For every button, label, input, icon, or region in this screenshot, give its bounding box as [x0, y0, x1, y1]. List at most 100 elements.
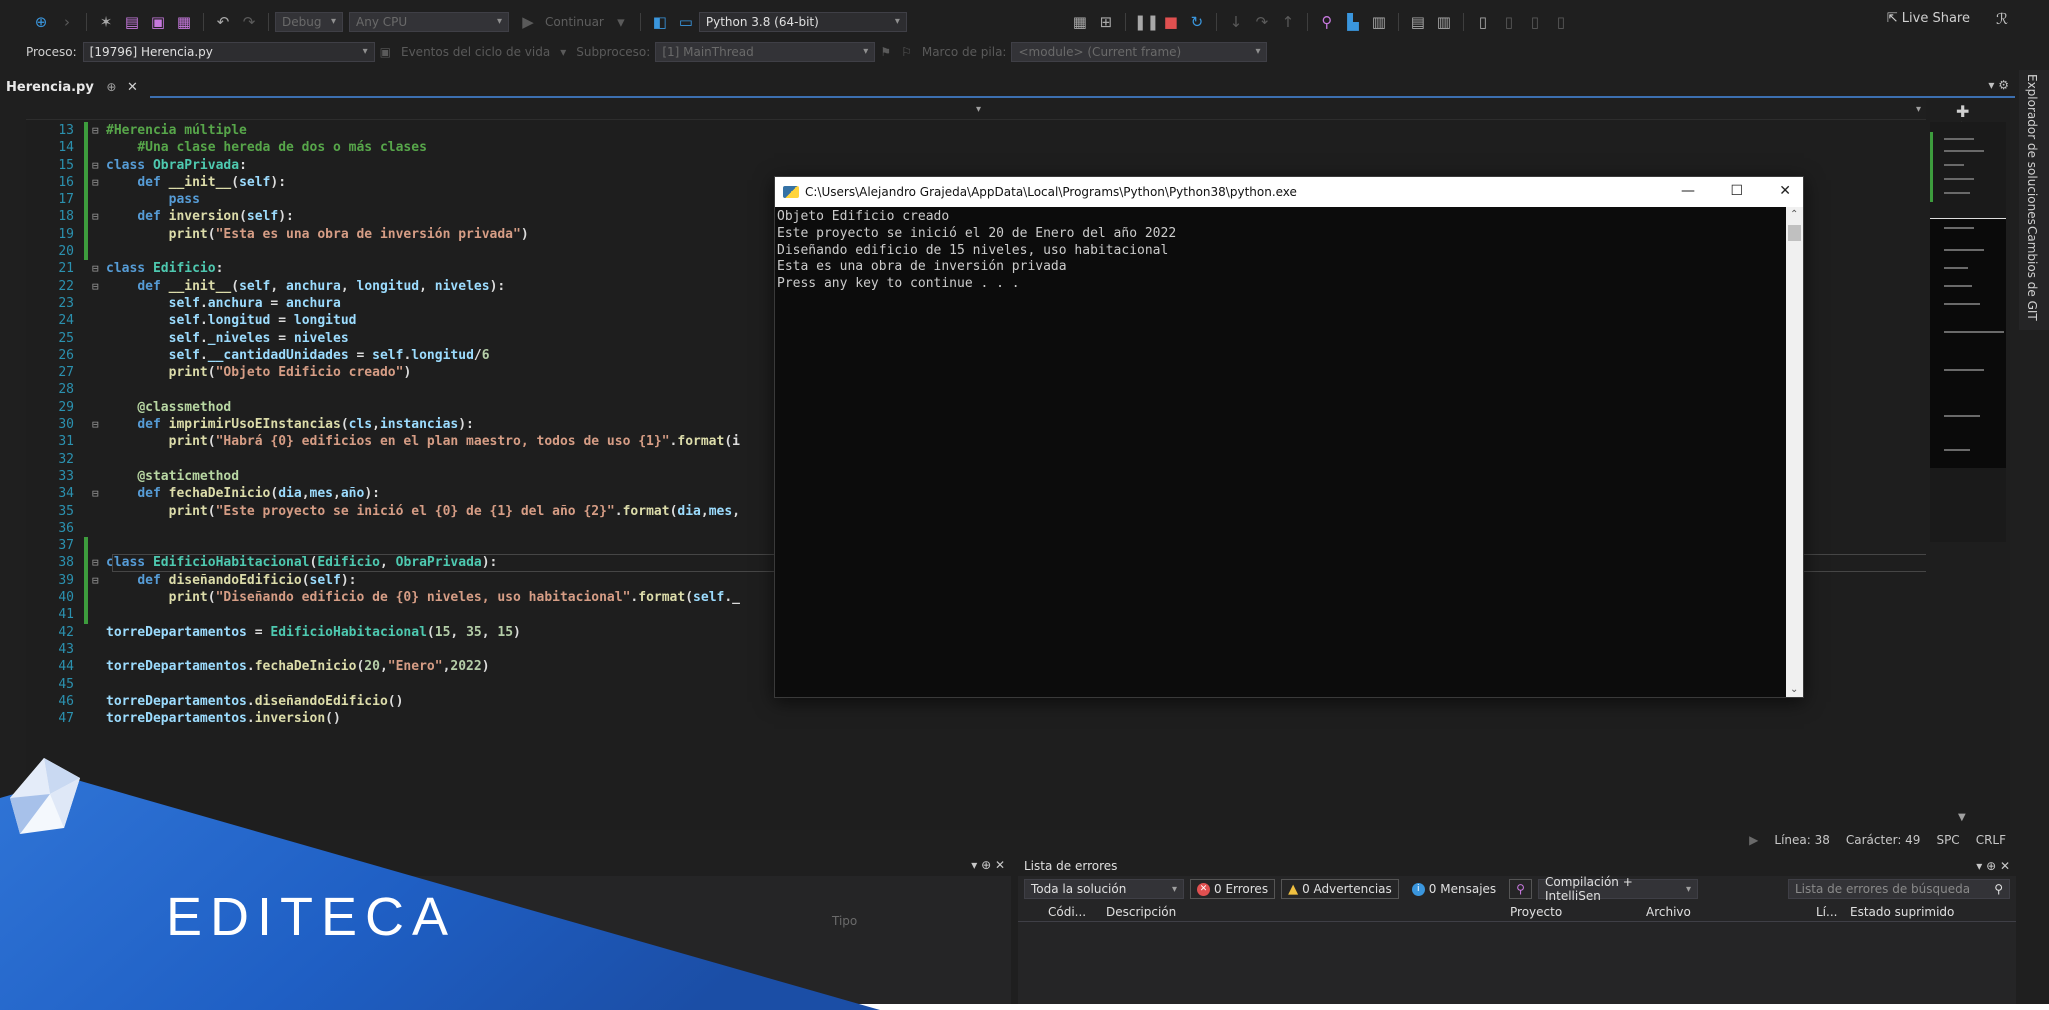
- code-text[interactable]: pass: [106, 192, 200, 207]
- next-bookmark-icon[interactable]: ▯: [1524, 12, 1546, 32]
- error-search-input[interactable]: Lista de errores de búsqueda ⚲: [1788, 879, 2010, 899]
- code-text[interactable]: print("Diseñando edificio de {0} niveles…: [106, 590, 740, 605]
- editor-scrollbar-minimap[interactable]: ✚ ▲ ▼: [1926, 100, 2010, 830]
- code-text[interactable]: self._niveles = niveles: [106, 331, 349, 346]
- column-header-code[interactable]: Códi...: [1048, 905, 1106, 919]
- split-editor-icon[interactable]: ✚: [1956, 102, 1969, 121]
- errors-filter-button[interactable]: ✕ 0 Errores: [1190, 879, 1276, 899]
- minimize-icon[interactable]: —: [1681, 183, 1695, 199]
- code-line[interactable]: 15 ⊟ class ObraPrivada:: [26, 156, 1926, 174]
- code-line[interactable]: 47 torreDepartamentos.inversion(): [26, 710, 1926, 727]
- layout-icon[interactable]: ⊞: [1095, 12, 1117, 32]
- code-text[interactable]: print("Objeto Edificio creado"): [106, 365, 412, 380]
- console-title-bar[interactable]: C:\Users\Alejandro Grajeda\AppData\Local…: [775, 177, 1803, 207]
- chevron-down-icon[interactable]: ▾: [1916, 104, 1921, 115]
- warnings-filter-button[interactable]: ▲ 0 Advertencias: [1281, 879, 1399, 899]
- code-text[interactable]: def inversion(self):: [106, 209, 294, 224]
- close-icon[interactable]: ✕: [127, 80, 138, 95]
- window-layout-icon[interactable]: ▭: [675, 12, 697, 32]
- column-header-description[interactable]: Descripción: [1106, 905, 1510, 919]
- code-text[interactable]: print("Habrá {0} edificios en el plan ma…: [106, 434, 740, 449]
- live-share-button[interactable]: ⇱ Live Share: [1887, 11, 1970, 26]
- save-all-icon[interactable]: ▦: [173, 12, 195, 32]
- fold-toggle-icon[interactable]: ⊟: [92, 554, 106, 571]
- code-text[interactable]: torreDepartamentos.diseñandoEdificio(): [106, 694, 403, 709]
- panel-controls-icon[interactable]: ▾ ⊕ ✕: [1976, 856, 2010, 876]
- process-select[interactable]: [19796] Herencia.py ▾: [82, 42, 375, 62]
- platform-select[interactable]: Any CPU ▾: [349, 12, 509, 32]
- code-text[interactable]: #Una clase hereda de dos o más clases: [106, 140, 427, 155]
- fold-toggle-icon[interactable]: ⊟: [92, 485, 106, 502]
- pin-icon[interactable]: ⊕: [106, 80, 116, 94]
- code-line[interactable]: 14 #Una clase hereda de dos o más clases: [26, 139, 1926, 157]
- pause-icon[interactable]: ❚❚: [1134, 12, 1159, 32]
- stack-frame-select[interactable]: <module> (Current frame) ▾: [1011, 42, 1268, 62]
- code-text[interactable]: torreDepartamentos = EdificioHabitaciona…: [106, 625, 521, 640]
- code-text[interactable]: def __init__(self):: [106, 175, 286, 190]
- column-header-suppression[interactable]: Estado suprimido: [1850, 905, 1990, 919]
- code-text[interactable]: @classmethod: [106, 400, 231, 415]
- redo-icon[interactable]: ↷: [238, 12, 260, 32]
- fold-toggle-icon[interactable]: ⊟: [92, 416, 106, 433]
- lifecycle-events-icon[interactable]: ▣: [380, 45, 391, 59]
- step-out-icon[interactable]: ↑: [1277, 12, 1299, 32]
- column-header-file[interactable]: Archivo: [1646, 905, 1816, 919]
- line-ending-indicator[interactable]: CRLF: [1976, 833, 2006, 847]
- back-icon[interactable]: ⊕: [30, 12, 52, 32]
- filter-icon[interactable]: ⚐: [901, 45, 912, 59]
- find-icon[interactable]: ▥: [1368, 12, 1390, 32]
- grid-icon[interactable]: ▦: [1069, 12, 1091, 32]
- code-text[interactable]: torreDepartamentos.fechaDeInicio(20,"Ene…: [106, 659, 490, 674]
- play-icon[interactable]: ▶: [517, 12, 539, 32]
- uncomment-icon[interactable]: ▥: [1433, 12, 1455, 32]
- fold-toggle-icon[interactable]: ⊟: [92, 208, 106, 225]
- minimap-viewport[interactable]: [1930, 218, 2006, 468]
- filter-icon[interactable]: ⚲: [1509, 879, 1532, 899]
- maximize-icon[interactable]: ☐: [1730, 183, 1743, 199]
- code-text[interactable]: torreDepartamentos.inversion(): [106, 711, 341, 726]
- chevron-down-icon[interactable]: ▾: [560, 45, 566, 59]
- code-text[interactable]: def imprimirUsoEInstancias(cls,instancia…: [106, 417, 474, 432]
- code-text[interactable]: self.__cantidadUnidades = self.longitud/…: [106, 348, 490, 363]
- continue-button[interactable]: Continuar: [545, 15, 604, 29]
- chevron-down-icon[interactable]: ▾: [976, 104, 981, 115]
- lifecycle-events[interactable]: Eventos del ciclo de vida: [401, 45, 550, 59]
- save-icon[interactable]: ▣: [147, 12, 169, 32]
- code-text[interactable]: class ObraPrivada:: [106, 158, 247, 173]
- close-icon[interactable]: ✕: [1779, 183, 1791, 199]
- column-header-line[interactable]: Lí...: [1816, 905, 1850, 919]
- thread-select[interactable]: [1] MainThread ▾: [655, 42, 876, 62]
- code-text[interactable]: def __init__(self, anchura, longitud, ni…: [106, 279, 505, 294]
- feedback-icon[interactable]: ℛ: [1996, 10, 2008, 28]
- code-text[interactable]: def diseñandoEdificio(self):: [106, 573, 356, 588]
- tab-overflow-icon[interactable]: ▾ ⚙: [1988, 78, 2009, 92]
- code-text[interactable]: @staticmethod: [106, 469, 239, 484]
- bookmark-icon[interactable]: ▯: [1472, 12, 1494, 32]
- line-indicator[interactable]: Línea: 38: [1774, 833, 1830, 847]
- clear-bookmarks-icon[interactable]: ▯: [1550, 12, 1572, 32]
- flag-icon[interactable]: ⚑: [880, 45, 891, 59]
- fold-toggle-icon[interactable]: ⊟: [92, 278, 106, 295]
- build-filter-select[interactable]: Compilación + IntelliSen ▾: [1537, 875, 1698, 903]
- fold-toggle-icon[interactable]: ⊟: [92, 122, 106, 139]
- python-environment-select[interactable]: Python 3.8 (64-bit) ▾: [698, 12, 907, 32]
- console-scrollbar[interactable]: ⌃ ⌄: [1786, 207, 1803, 697]
- python-console-window[interactable]: C:\Users\Alejandro Grajeda\AppData\Local…: [774, 176, 1804, 698]
- step-into-icon[interactable]: ↓: [1225, 12, 1247, 32]
- forward-icon[interactable]: ›: [56, 12, 78, 32]
- new-project-icon[interactable]: ✶: [95, 12, 117, 32]
- char-indicator[interactable]: Carácter: 49: [1846, 833, 1921, 847]
- code-text[interactable]: self.longitud = longitud: [106, 313, 357, 328]
- code-text[interactable]: self.anchura = anchura: [106, 296, 341, 311]
- open-file-icon[interactable]: ▤: [121, 12, 143, 32]
- chevron-down-icon[interactable]: ⌄: [1790, 684, 1798, 695]
- minimap[interactable]: [1930, 122, 2006, 542]
- fold-toggle-icon[interactable]: ⊟: [92, 157, 106, 174]
- chevron-down-icon[interactable]: ▾: [610, 12, 632, 32]
- scroll-thumb[interactable]: [1788, 225, 1801, 241]
- spacing-indicator[interactable]: SPC: [1936, 833, 1959, 847]
- code-line[interactable]: 13 ⊟ #Herencia múltiple: [26, 122, 1926, 140]
- fold-toggle-icon[interactable]: ⊟: [92, 174, 106, 191]
- scope-select[interactable]: Toda la solución ▾: [1024, 879, 1184, 899]
- code-text[interactable]: #Herencia múltiple: [106, 123, 247, 138]
